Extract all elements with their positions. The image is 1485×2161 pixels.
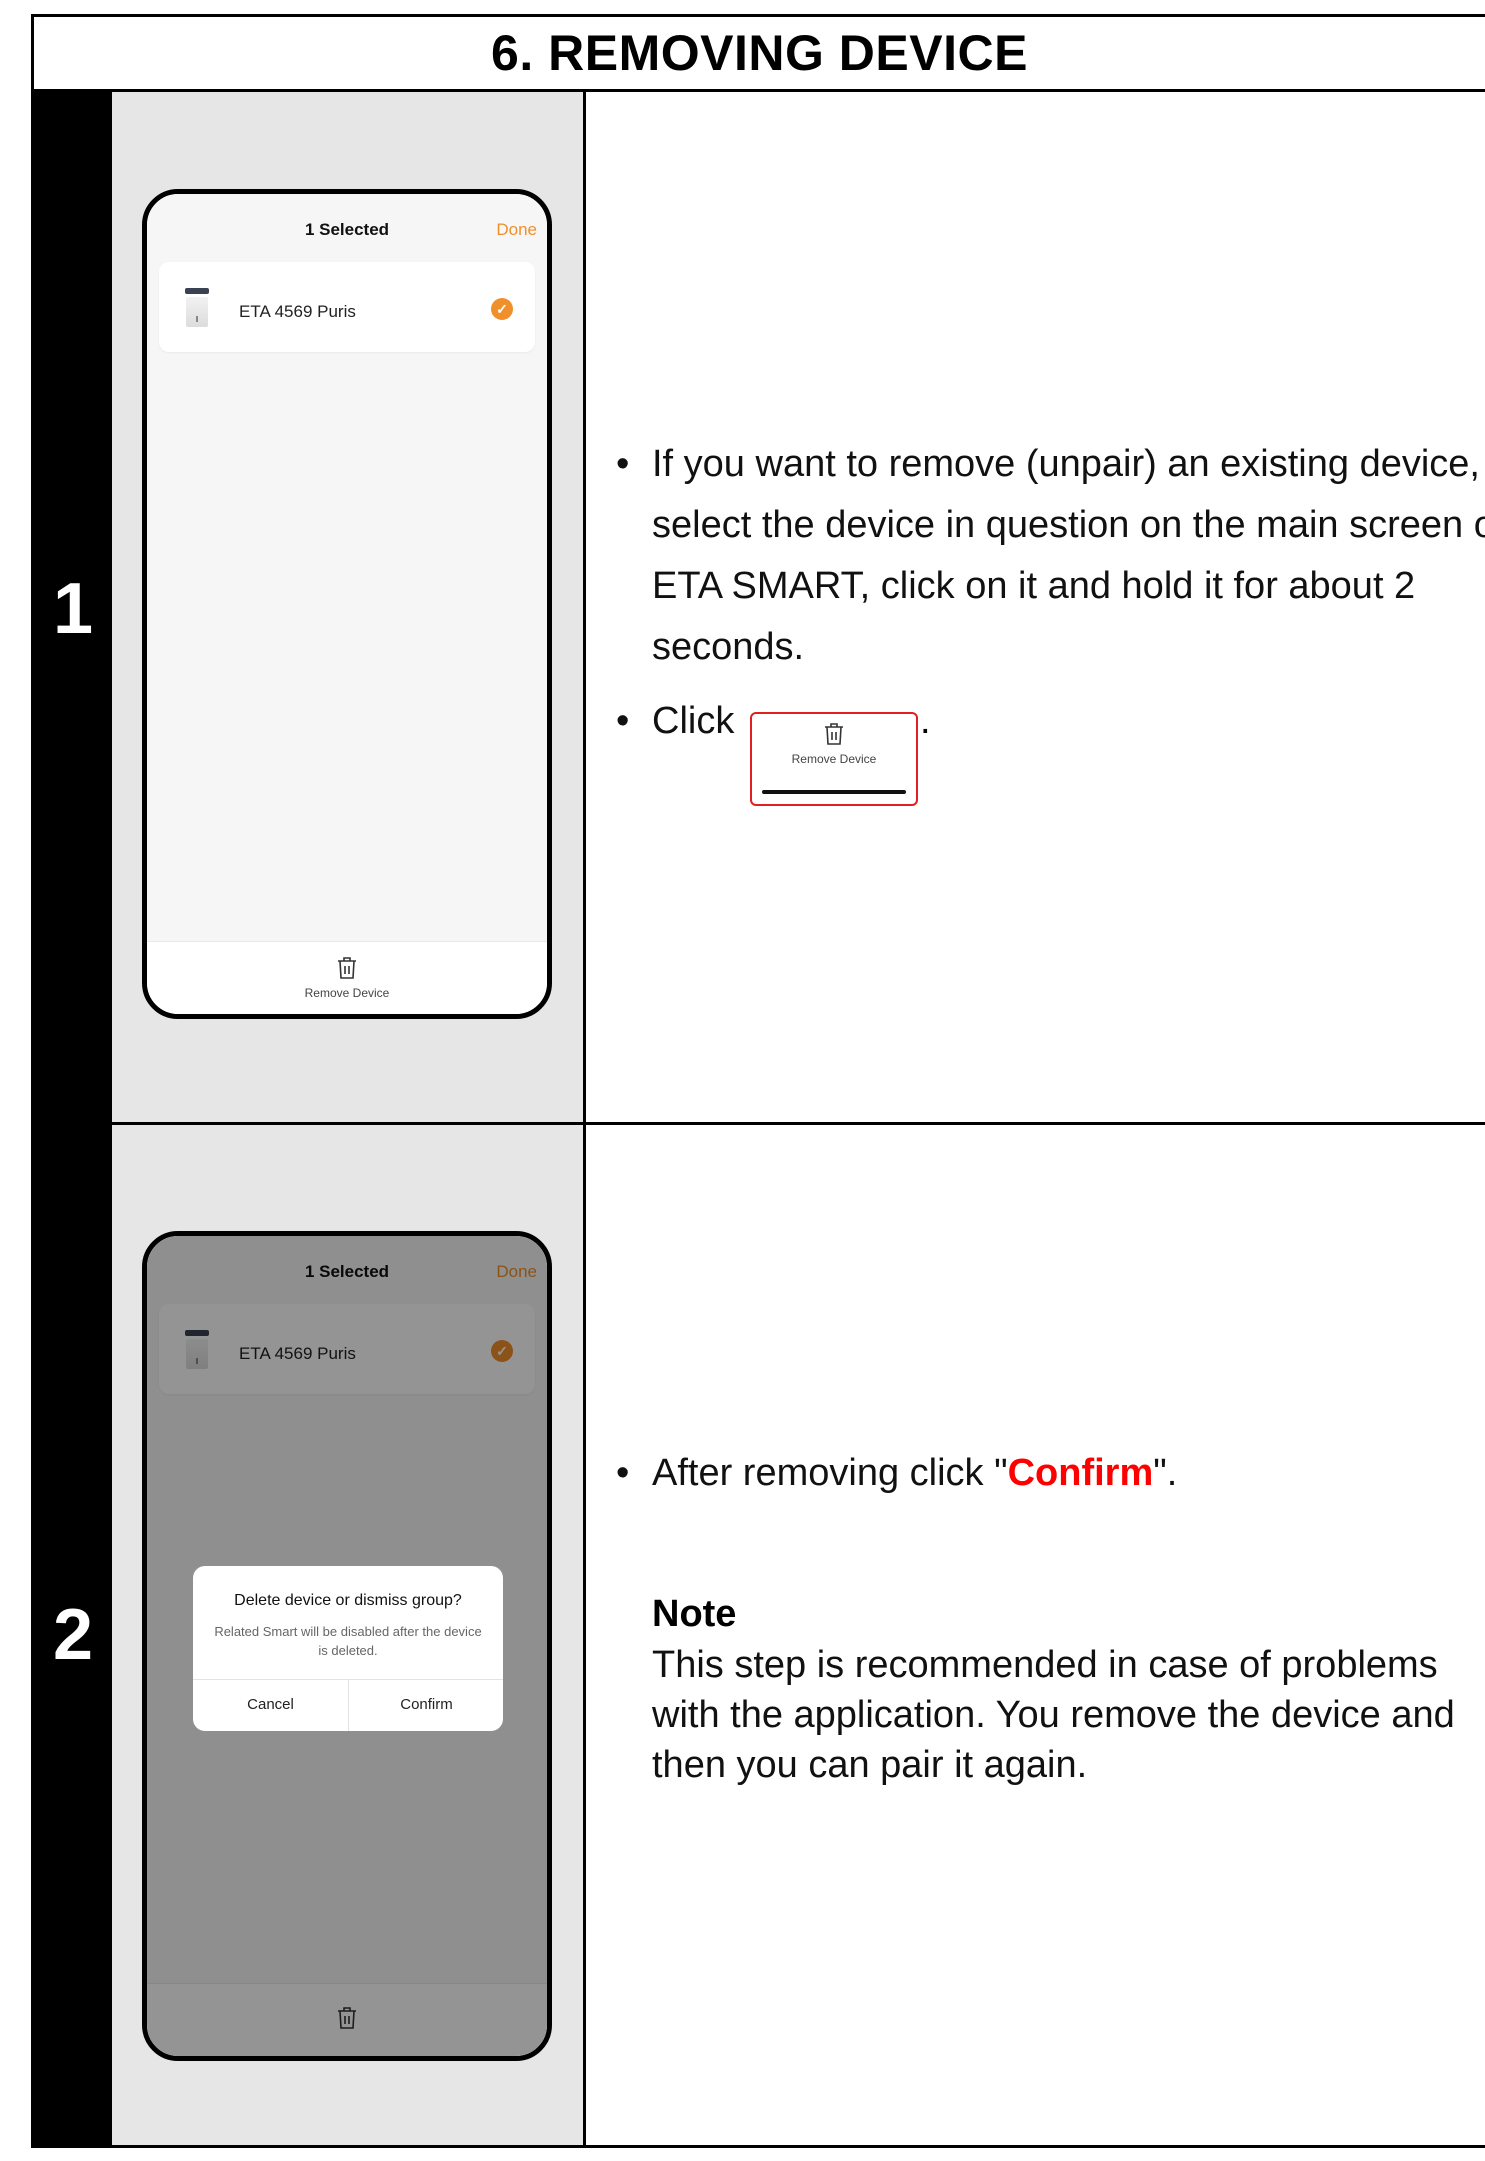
note-heading: Note — [652, 1593, 737, 1635]
phone-mockup: 1 Selected Done ETA 4569 Puris ✓ Remove … — [142, 189, 552, 1019]
step-1-screenshot-panel: 1 Selected Done ETA 4569 Puris ✓ Remove … — [112, 92, 586, 1125]
air-purifier-icon — [185, 288, 209, 328]
checkmark-icon[interactable]: ✓ — [491, 298, 513, 320]
done-button[interactable]: Done — [496, 220, 537, 240]
trash-icon — [825, 723, 843, 745]
remove-device-label: Remove Device — [791, 752, 877, 766]
step-2-screenshot-panel: 1 Selected Done ETA 4569 Puris ✓ Delete … — [112, 1125, 586, 2145]
step-number-label: 1 — [52, 568, 94, 649]
step-2-instructions: • After removing click "Confirm". Note T… — [586, 1125, 1485, 2145]
dialog-message: Related Smart will be disabled after the… — [214, 1624, 482, 1658]
delete-confirm-dialog: Delete device or dismiss group? Related … — [193, 1566, 503, 1731]
remove-device-button[interactable]: Remove Device — [147, 941, 547, 1014]
selected-count: 1 Selected — [304, 220, 390, 239]
app-header: 1 Selected Done — [147, 194, 547, 254]
device-name: ETA 4569 Puris — [239, 302, 356, 321]
remove-device-label: Remove Device — [304, 986, 390, 1000]
note-body: This step is recommended in case of prob… — [652, 1644, 1455, 1786]
section-title: 6. REMOVING DEVICE — [491, 25, 1028, 81]
step-number-label: 2 — [52, 1595, 94, 1675]
home-indicator — [762, 790, 906, 794]
sentence-period: . — [920, 700, 931, 742]
step-1-instructions: • If you want to remove (unpair) an exis… — [586, 92, 1485, 1125]
step-number-2: 2 — [34, 1125, 112, 2145]
confirm-button[interactable]: Confirm — [349, 1679, 503, 1731]
instruction-text-end: ". — [1153, 1452, 1178, 1494]
step-number-1: 1 — [34, 92, 112, 1125]
confirm-highlight: Confirm — [1007, 1452, 1154, 1494]
remove-device-button-illustration: Remove Device — [750, 712, 918, 806]
device-list-item[interactable]: ETA 4569 Puris ✓ — [159, 262, 535, 352]
instruction-text: If you want to remove (unpair) an existi… — [652, 443, 1485, 668]
cancel-button[interactable]: Cancel — [193, 1679, 348, 1731]
dialog-title: Delete device or dismiss group? — [234, 1592, 462, 1609]
instruction-text: After removing click " — [652, 1452, 1008, 1494]
section-title-bar: 6. REMOVING DEVICE — [34, 17, 1485, 92]
trash-icon — [338, 957, 356, 979]
phone-mockup: 1 Selected Done ETA 4569 Puris ✓ Delete … — [142, 1231, 552, 2061]
